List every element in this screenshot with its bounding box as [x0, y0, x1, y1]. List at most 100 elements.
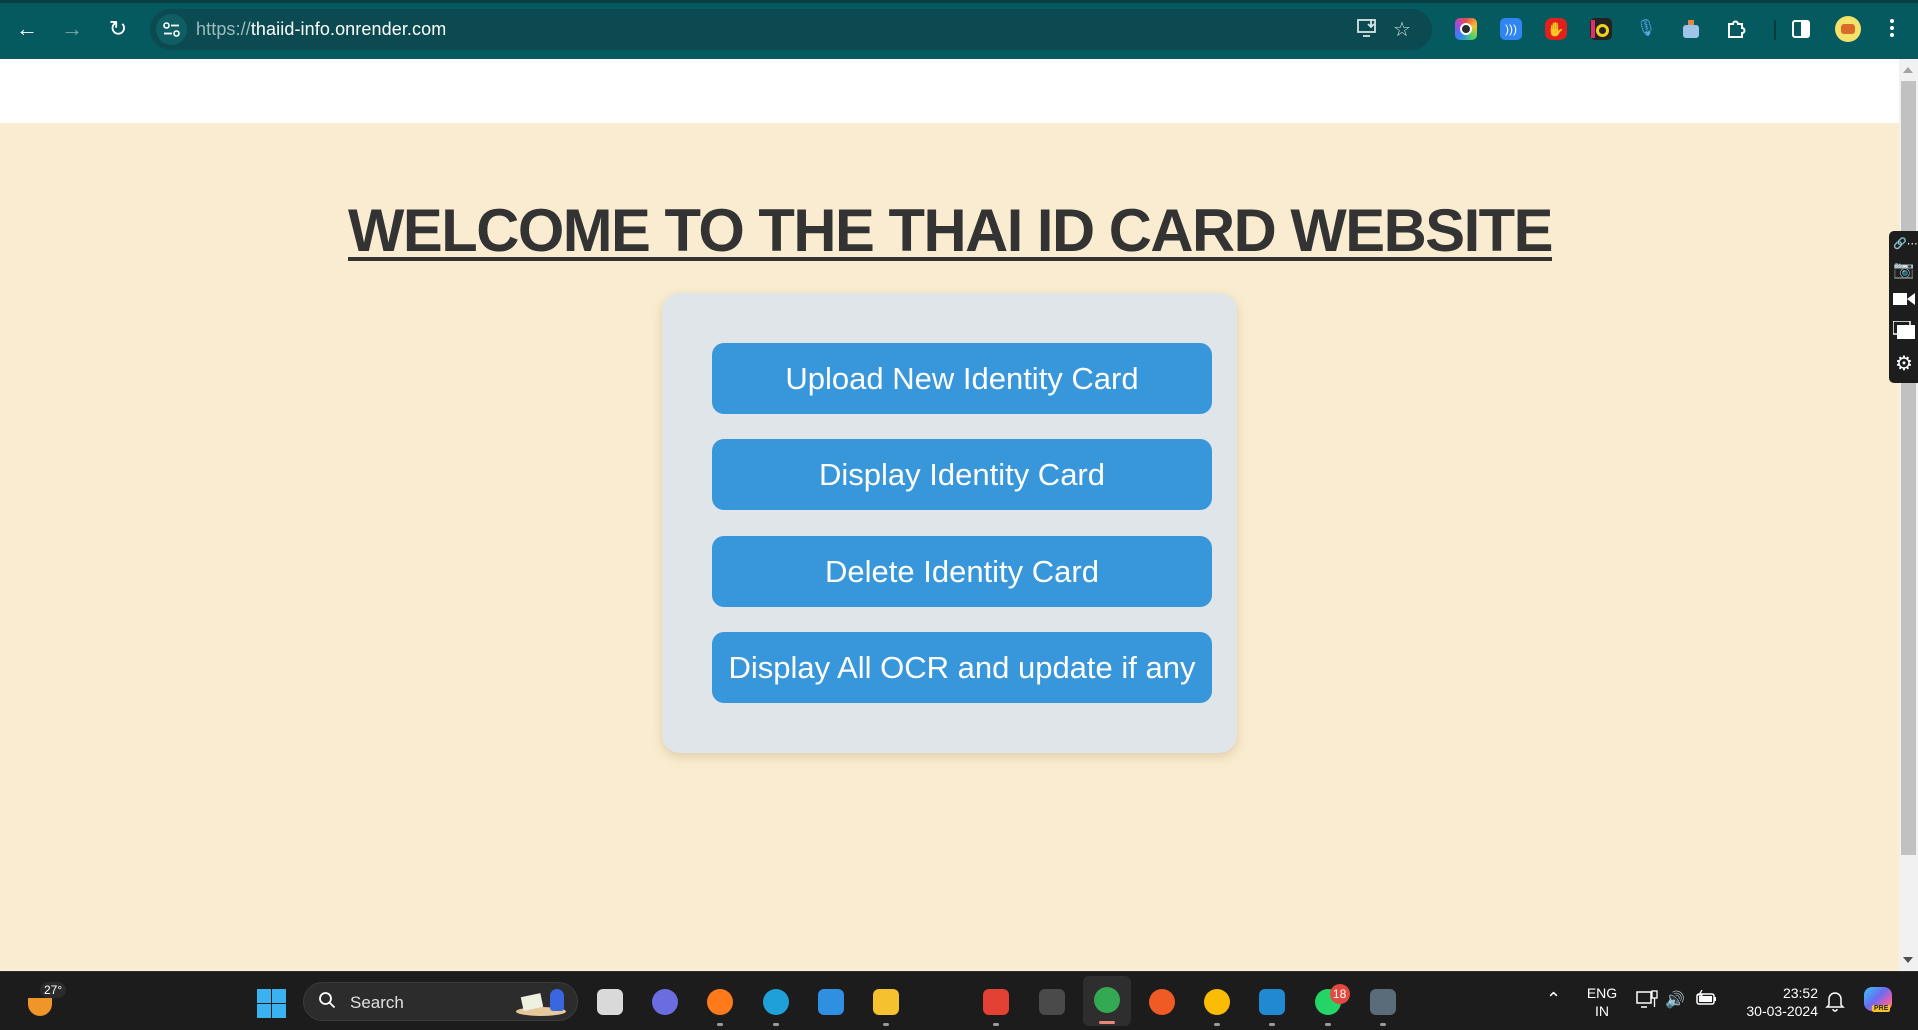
display-all-ocr-button[interactable]: Display All OCR and update if any: [712, 632, 1212, 703]
weather-icon: [28, 998, 52, 1016]
copilot-button[interactable]: PRE: [1864, 987, 1894, 1017]
file-explorer-taskbar-button[interactable]: [870, 986, 902, 1026]
calculator-taskbar-button[interactable]: [1367, 986, 1399, 1026]
record-video-button[interactable]: [1893, 291, 1915, 313]
adblock-extension-button[interactable]: ✋: [1545, 18, 1567, 40]
whatsapp-taskbar-button[interactable]: 18: [1312, 984, 1350, 1026]
display-card-button[interactable]: Display Identity Card: [712, 439, 1212, 510]
teams-taskbar-button[interactable]: [649, 986, 681, 1018]
gmail-icon: [983, 989, 1010, 1015]
running-indicator: [1324, 1023, 1331, 1026]
notifications-button[interactable]: [1825, 990, 1845, 1012]
speaker-icon: 🔊: [1665, 992, 1685, 1009]
url-scheme: https://: [196, 19, 251, 39]
system-clock[interactable]: 23:52 30-03-2024: [1728, 984, 1818, 1020]
tab-strip: [0, 0, 1918, 3]
show-hidden-icons-button[interactable]: ⌃: [1546, 989, 1561, 1010]
running-indicator: [1269, 1023, 1276, 1026]
language-indicator[interactable]: ENG IN: [1584, 984, 1620, 1020]
chrome-taskbar-button[interactable]: [1201, 986, 1233, 1026]
notification-badge: 18: [1329, 984, 1350, 1004]
page-header-band: [0, 59, 1899, 123]
running-indicator: [883, 1023, 889, 1026]
install-app-button[interactable]: [1356, 18, 1380, 42]
running-indicator: [1214, 1023, 1221, 1026]
scroll-down-arrow-icon[interactable]: [1903, 957, 1913, 963]
browser-menu-button[interactable]: [1886, 16, 1898, 42]
app-tile-taskbar-button[interactable]: [1036, 986, 1068, 1018]
address-bar[interactable]: https://thaiid-info.onrender.com ☆: [150, 9, 1432, 50]
start-button[interactable]: [257, 989, 287, 1019]
capture-settings-button[interactable]: ⚙: [1893, 353, 1915, 375]
camera-extension-icon: [1460, 23, 1472, 35]
perfume-extension-button[interactable]: [1680, 18, 1702, 40]
mail-taskbar-button[interactable]: [815, 986, 847, 1018]
url-text[interactable]: https://thaiid-info.onrender.com: [196, 19, 446, 40]
app-tile-icon: [1038, 989, 1065, 1015]
edge-taskbar-button[interactable]: [760, 986, 792, 1026]
audio-extension-button[interactable]: ))): [1500, 18, 1522, 40]
dell-taskbar-button[interactable]: [925, 986, 957, 1018]
toolbar-divider: [1774, 20, 1776, 40]
file-explorer-icon: [873, 989, 899, 1015]
more-vertical-icon: [1886, 19, 1898, 37]
arrow-left-icon: ←: [16, 16, 38, 41]
search-icon: [319, 992, 336, 1009]
network-button[interactable]: [1636, 990, 1658, 1012]
gmail-taskbar-button[interactable]: [980, 986, 1012, 1026]
scroll-thumb[interactable]: [1901, 81, 1916, 855]
task-view-icon: [597, 989, 623, 1015]
vscode-taskbar-button[interactable]: [1256, 986, 1288, 1026]
taskbar-search[interactable]: Search: [303, 982, 578, 1021]
settings-gear-icon: ⚙: [1895, 353, 1913, 375]
clock-date: 30-03-2024: [1746, 1003, 1818, 1019]
weather-widget[interactable]: 27°: [24, 982, 84, 1022]
running-indicator: [1379, 1023, 1386, 1026]
chevron-up-icon: ⌃: [1546, 989, 1562, 1009]
edge-icon: [762, 989, 789, 1015]
back-button[interactable]: ←: [12, 14, 42, 44]
camera-icon: 📷: [1893, 260, 1915, 279]
copilot-preview-badge: PRE: [1872, 1005, 1891, 1012]
battery-charging-icon: [1696, 989, 1716, 1005]
reload-button[interactable]: ↻: [103, 14, 133, 44]
upload-card-button[interactable]: Upload New Identity Card: [712, 343, 1212, 414]
network-ethernet-icon: [1636, 990, 1658, 1008]
camera-extension-button[interactable]: [1455, 18, 1477, 40]
dell-icon: [928, 989, 955, 1015]
windows-taskbar: 27° Search 18 ⌃ ENG IN 🔊 23:52 30-03-202…: [0, 971, 1918, 1030]
chrome-icon: [1204, 989, 1231, 1015]
brave-taskbar-button[interactable]: [1146, 986, 1178, 1018]
page-scrollbar[interactable]: [1899, 59, 1918, 971]
volume-button[interactable]: 🔊: [1664, 990, 1686, 1012]
window-capture-button[interactable]: [1892, 320, 1915, 343]
window-icon: [1892, 320, 1915, 339]
chrome-profile-icon: [1093, 987, 1120, 1013]
scroll-up-arrow-icon[interactable]: [1903, 67, 1913, 73]
forward-button[interactable]: →: [57, 14, 87, 44]
extensions-button[interactable]: [1725, 18, 1747, 40]
link-more-button[interactable]: 🔗⋯: [1893, 233, 1918, 255]
extensions-puzzle-icon: [1728, 20, 1746, 38]
microphone-extension-button[interactable]: 🎙: [1635, 18, 1657, 40]
delete-card-button[interactable]: Delete Identity Card: [712, 536, 1212, 607]
firefox-icon: [707, 989, 734, 1015]
battery-button[interactable]: [1696, 989, 1718, 1012]
task-view-taskbar-button[interactable]: [594, 986, 626, 1018]
search-label: Search: [350, 993, 404, 1012]
browser-toolbar: ← → ↻ https://thaiid-info.onrender.com ☆…: [0, 0, 1918, 59]
bookmark-button[interactable]: ☆: [1390, 18, 1414, 42]
firefox-taskbar-button[interactable]: [704, 986, 736, 1026]
side-panel-button[interactable]: [1790, 18, 1812, 40]
chrome-profile-taskbar-button[interactable]: [1082, 976, 1131, 1026]
medal-extension-icon: [1596, 24, 1609, 37]
video-icon: [1893, 293, 1915, 305]
url-host: thaiid-info.onrender.com: [250, 19, 447, 39]
site-info-button[interactable]: [156, 14, 187, 45]
perfume-cap: [1688, 20, 1694, 25]
screenshot-button[interactable]: 📷: [1893, 259, 1915, 281]
profile-avatar[interactable]: [1835, 16, 1861, 42]
medal-extension-button[interactable]: [1590, 18, 1612, 40]
reload-icon: ↻: [108, 16, 128, 41]
weather-temperature: 27°: [40, 982, 67, 998]
